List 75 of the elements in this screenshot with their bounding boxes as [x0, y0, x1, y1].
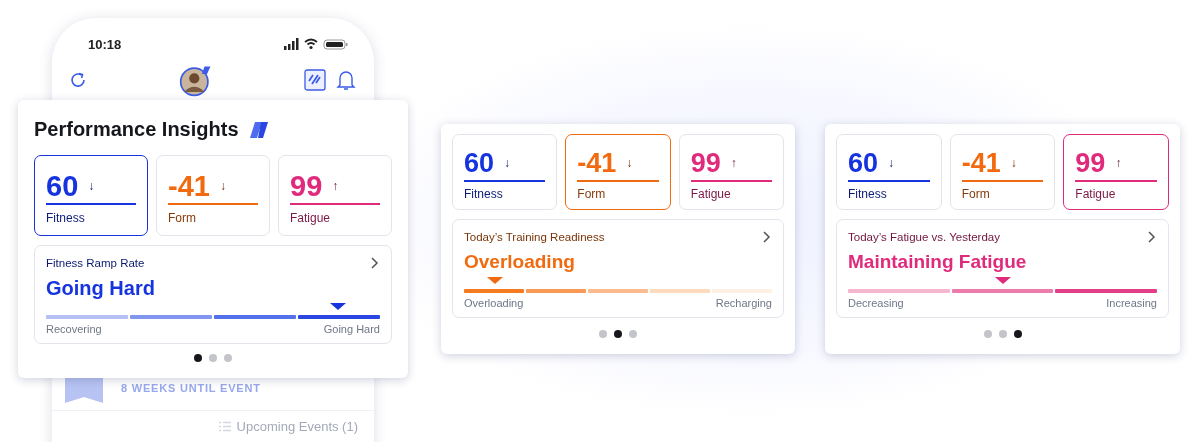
trend-arrow: ↓ [1010, 156, 1017, 170]
status-time: 10:18 [88, 36, 122, 52]
metric-tile[interactable]: 60 ↓ Fitness [452, 134, 558, 210]
insight-panel[interactable]: Today’s Fatigue vs. Yesterday Maintaining Fatigue Decreasing Increasing [836, 219, 1169, 318]
metric-tile[interactable]: -41 ↓ Form [156, 155, 270, 236]
trend-arrow: ↑ [332, 179, 339, 193]
metric-label: Fatigue [290, 211, 332, 225]
metric-label: Fitness [464, 187, 504, 201]
battery-icon [323, 38, 348, 50]
scale-end-label: Recharging [715, 297, 772, 309]
insight-status: Maintaining Fatigue [848, 250, 1028, 274]
metric-value: 99 [690, 147, 721, 179]
insight-panel[interactable]: Today’s Training Readiness Overloading Overloading Recharging [452, 219, 784, 318]
insight-heading: Today’s Training Readiness [464, 231, 605, 243]
metric-tile[interactable]: -41 ↓ Form [949, 134, 1056, 210]
page-dot[interactable] [209, 354, 217, 362]
metric-value: -41 [961, 147, 1001, 179]
metric-label: Form [961, 187, 991, 201]
refresh-icon[interactable] [68, 70, 88, 90]
card-title: Performance Insights [34, 118, 239, 141]
page-dot[interactable] [599, 330, 607, 338]
list-icon [218, 421, 231, 432]
bell-icon[interactable] [336, 68, 356, 92]
page-dot[interactable] [614, 330, 622, 338]
metric-label: Form [577, 187, 607, 201]
signal-icon [284, 38, 299, 50]
metric-value: 60 [46, 170, 79, 202]
metric-value: 99 [290, 170, 323, 202]
metric-value: 99 [1075, 147, 1106, 179]
scale-start-label: Overloading [464, 297, 524, 309]
chevron-right-icon[interactable] [1147, 230, 1157, 244]
metric-label: Fatigue [1075, 187, 1117, 201]
metric-tile[interactable]: 99 ↑ Fatigue [678, 134, 784, 210]
insight-panel[interactable]: Fitness Ramp Rate Going Hard Recovering Going Hard [34, 245, 392, 344]
wifi-icon [304, 38, 318, 50]
trend-arrow: ↑ [730, 156, 737, 170]
metric-value: 60 [464, 147, 495, 179]
metric-label: Fitness [848, 187, 888, 201]
trend-arrow: ↑ [1115, 156, 1122, 170]
scale-start-label: Decreasing [848, 297, 904, 309]
page-dot[interactable] [224, 354, 232, 362]
trend-arrow: ↓ [88, 179, 95, 193]
page-dot[interactable] [983, 330, 992, 338]
scale-end-label: Going Hard [323, 323, 380, 335]
page-dot[interactable] [998, 330, 1007, 338]
page-dot[interactable] [194, 354, 202, 362]
insight-status: Overloading [464, 250, 576, 274]
page-dot[interactable] [1013, 330, 1022, 338]
insight-heading: Fitness Ramp Rate [46, 257, 145, 269]
metric-label: Fatigue [690, 187, 732, 201]
metric-label: Form [168, 211, 197, 225]
trend-arrow: ↓ [504, 156, 511, 170]
chevron-right-icon[interactable] [762, 230, 772, 244]
insight-status: Going Hard [46, 276, 156, 300]
metric-tile[interactable]: 60 ↓ Fitness [34, 155, 148, 236]
logo-icon [248, 119, 269, 140]
trend-arrow: ↓ [626, 156, 633, 170]
scale-end-label: Increasing [1106, 297, 1157, 309]
chevron-right-icon[interactable] [370, 256, 380, 270]
metric-tile[interactable]: 99 ↑ Fatigue [1063, 134, 1169, 210]
metric-tile[interactable]: 60 ↓ Fitness [836, 134, 942, 210]
logo-icon[interactable] [304, 69, 326, 91]
page-dot[interactable] [629, 330, 637, 338]
metric-tile[interactable]: -41 ↓ Form [565, 134, 671, 210]
trend-arrow: ↓ [888, 156, 895, 170]
insight-heading: Today’s Fatigue vs. Yesterday [848, 231, 1000, 243]
metric-value: 60 [848, 147, 879, 179]
scale-start-label: Recovering [46, 323, 102, 335]
metric-label: Fitness [46, 211, 86, 225]
avatar[interactable] [179, 63, 213, 97]
metric-value: -41 [577, 147, 617, 179]
trend-arrow: ↓ [219, 179, 226, 193]
metric-tile[interactable]: 99 ↑ Fatigue [278, 155, 392, 236]
metric-value: -41 [168, 170, 210, 202]
event-countdown: 8 WEEKS UNTIL EVENT [121, 382, 261, 394]
